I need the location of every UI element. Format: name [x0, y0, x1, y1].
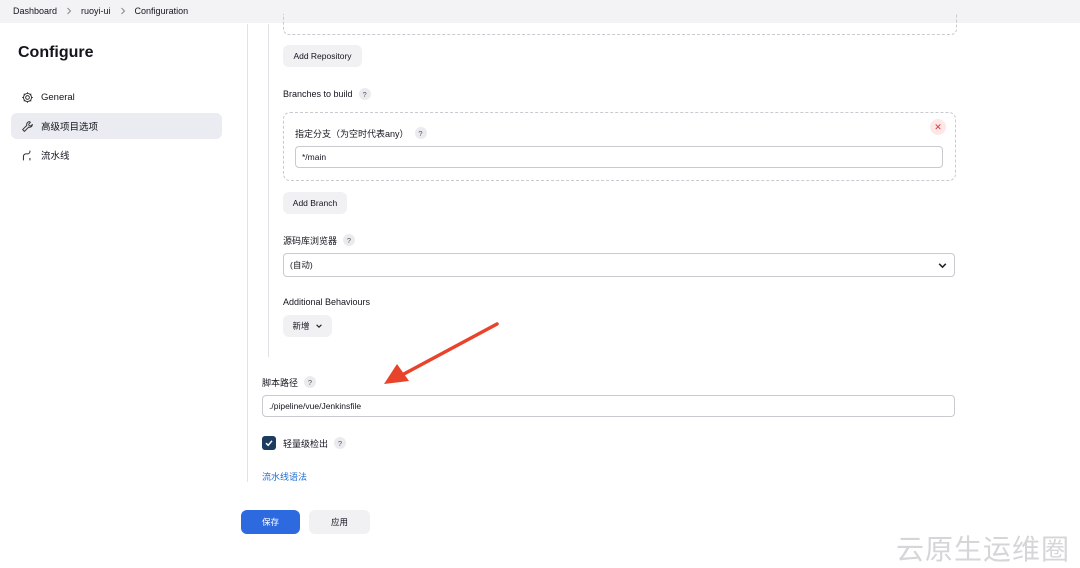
sidebar-item-label: 流水线 — [41, 151, 70, 162]
additional-behaviours-label: Additional Behaviours — [283, 297, 371, 307]
sidebar-item-label: 高级项目选项 — [41, 122, 99, 133]
breadcrumb-configuration[interactable]: Configuration — [134, 6, 190, 16]
script-path-text: 脚本路径 — [262, 377, 299, 388]
save-button[interactable]: 保存 — [241, 510, 300, 534]
nested-section-divider — [268, 24, 269, 357]
help-icon[interactable]: ? — [334, 437, 347, 449]
repo-browser-selected-value: (自动) — [290, 260, 313, 270]
help-icon[interactable]: ? — [343, 234, 356, 246]
watermark-text: 云原生运维圈 — [896, 533, 1071, 566]
sidebar-item-pipeline[interactable]: 流水线 — [11, 142, 222, 168]
repository-box — [283, 14, 957, 35]
lightweight-checkout-checkbox[interactable] — [262, 436, 276, 450]
add-repository-button[interactable]: Add Repository — [283, 45, 362, 67]
sidebar-item-label: General — [41, 91, 75, 103]
chevron-right-icon — [116, 4, 130, 18]
sidebar-item-advanced[interactable]: 高级项目选项 — [11, 113, 222, 139]
sidebar-title: Configure — [18, 44, 94, 61]
breadcrumb-dashboard[interactable]: Dashboard — [12, 6, 58, 16]
branches-to-build-label: Branches to build ? — [283, 86, 371, 102]
pipeline-icon — [19, 147, 35, 163]
add-behaviour-label: 新增 — [292, 321, 310, 331]
help-icon[interactable]: ? — [414, 127, 427, 139]
section-divider — [247, 24, 248, 482]
chevron-down-icon — [937, 260, 948, 273]
script-path-input[interactable]: ./pipeline/vue/Jenkinsfile — [262, 395, 955, 417]
lightweight-checkout-label: 轻量级检出 ? — [283, 435, 347, 451]
branch-specifier-text: 指定分支（为空时代表any） — [295, 128, 409, 139]
repo-browser-label: 源码库浏览器 ? — [283, 232, 356, 248]
repo-browser-select[interactable]: (自动) — [283, 253, 955, 277]
branches-to-build-text: Branches to build — [283, 89, 353, 99]
help-icon[interactable]: ? — [304, 376, 317, 388]
annotation-arrow-icon — [384, 322, 499, 384]
breadcrumb-project[interactable]: ruoyi-ui — [80, 6, 112, 16]
script-path-label: 脚本路径 ? — [262, 374, 317, 390]
apply-button[interactable]: 应用 — [309, 510, 370, 534]
add-behaviour-dropdown[interactable]: 新增 — [283, 315, 332, 337]
pipeline-syntax-link[interactable]: 流水线语法 — [262, 470, 307, 483]
branch-specifier-label: 指定分支（为空时代表any） ? — [295, 125, 427, 141]
sidebar-item-general[interactable]: General — [11, 84, 222, 110]
chevron-down-icon — [315, 322, 323, 330]
chevron-right-icon — [62, 4, 76, 18]
breadcrumb: Dashboard ruoyi-ui Configuration — [12, 0, 189, 22]
repo-browser-text: 源码库浏览器 — [283, 235, 338, 246]
wrench-icon — [19, 118, 35, 134]
gear-icon — [19, 89, 35, 105]
add-branch-button[interactable]: Add Branch — [283, 192, 347, 214]
lightweight-checkout-text: 轻量级检出 — [283, 438, 329, 449]
branch-specifier-input[interactable]: */main — [295, 146, 943, 168]
help-icon[interactable]: ? — [358, 88, 371, 100]
close-icon[interactable]: ✕ — [930, 119, 946, 135]
checkmark-icon — [265, 440, 273, 447]
